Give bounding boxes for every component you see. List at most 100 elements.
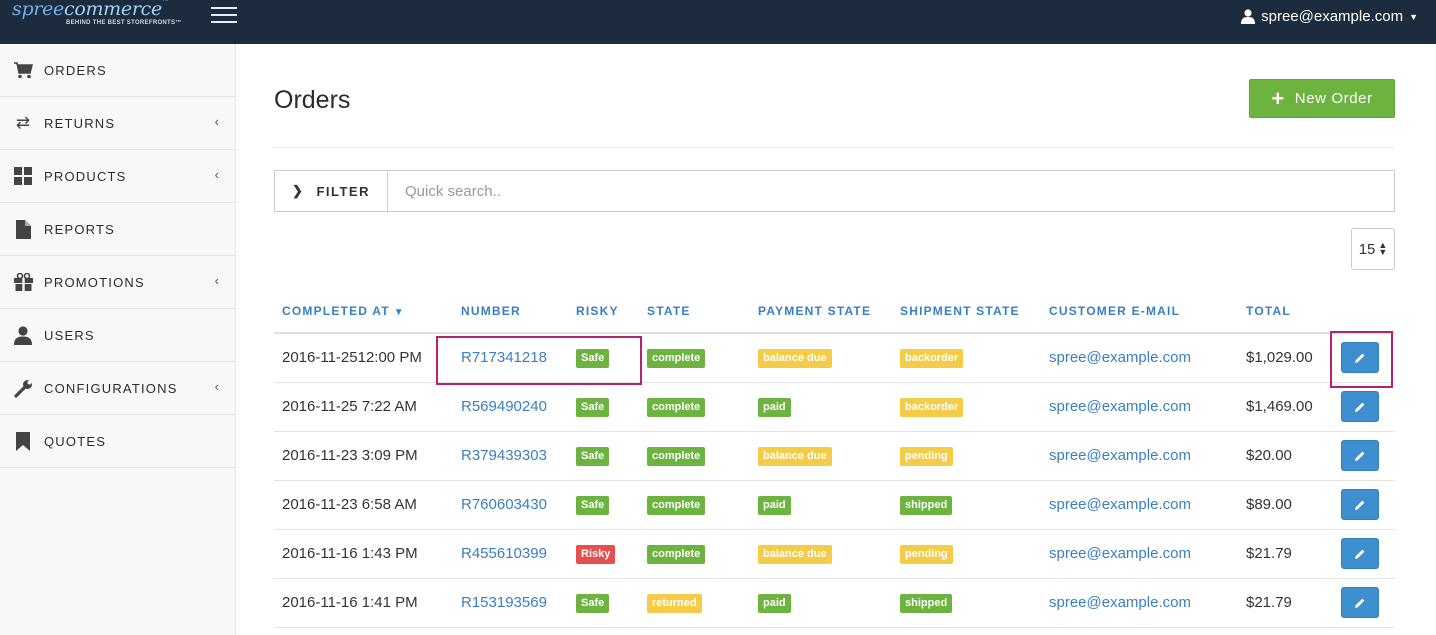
risky-badge: Safe xyxy=(576,495,610,515)
column-header-payment-state[interactable]: PAYMENT STATE xyxy=(750,290,892,334)
chevron-left-icon: ‹ xyxy=(214,273,219,288)
pencil-icon xyxy=(1355,402,1365,412)
chevron-down-icon: ▼ xyxy=(1409,11,1418,22)
risky-badge: Safe xyxy=(576,348,610,368)
payment-state-badge: paid xyxy=(758,495,791,515)
wrench-icon xyxy=(12,378,34,398)
risky-badge: Safe xyxy=(576,397,610,417)
column-header-shipment-state[interactable]: SHIPMENT STATE xyxy=(892,290,1041,334)
sidebar-item-reports[interactable]: REPORTS xyxy=(0,203,235,256)
number-cell: R153193569 xyxy=(453,578,568,628)
state-cell: complete xyxy=(639,529,750,579)
order-number-link[interactable]: R379439303 xyxy=(461,447,547,464)
column-header-customer-email[interactable]: CUSTOMER E-MAIL xyxy=(1041,290,1238,334)
payment-state-cell: paid xyxy=(750,382,892,432)
sidebar-item-products[interactable]: PRODUCTS ‹ xyxy=(0,150,235,203)
sidebar-item-users[interactable]: USERS xyxy=(0,309,235,362)
customer-email-cell[interactable]: spree@example.com xyxy=(1041,578,1238,628)
edit-order-button[interactable] xyxy=(1341,440,1379,471)
total-cell: $21.79 xyxy=(1238,529,1333,579)
payment-state-cell: balance due xyxy=(750,431,892,481)
spree-logo[interactable]: spreecommerce™ BEHIND THE BEST STOREFRON… xyxy=(12,0,192,34)
sort-arrows-icon: ▲ ▼ xyxy=(1378,240,1388,257)
divider xyxy=(274,147,1395,148)
order-number-link[interactable]: R153193569 xyxy=(461,594,547,611)
number-cell: R455610399 xyxy=(453,529,568,579)
edit-order-button[interactable] xyxy=(1341,489,1379,520)
column-header-total[interactable]: TOTAL xyxy=(1238,290,1333,334)
column-header-completed-at[interactable]: COMPLETED AT ▼ xyxy=(274,290,453,334)
state-badge: complete xyxy=(647,544,706,564)
customer-email-cell[interactable]: spree@example.com xyxy=(1041,333,1238,383)
sidebar: ORDERS ⇄ RETURNS ‹ PRODUCTS ‹ REPORTS PR… xyxy=(0,44,236,635)
bookmark-icon xyxy=(12,431,34,451)
sidebar-item-orders[interactable]: ORDERS xyxy=(0,44,235,97)
customer-email-cell[interactable]: spree@example.com xyxy=(1041,480,1238,530)
shipment-state-cell: shipped xyxy=(892,578,1041,628)
column-header-label: COMPLETED AT xyxy=(282,304,390,318)
edit-order-button[interactable] xyxy=(1341,538,1379,569)
customer-email-cell[interactable]: spree@example.com xyxy=(1041,382,1238,432)
new-order-button[interactable]: + New Order xyxy=(1249,79,1395,118)
shipment-state-cell: backorder xyxy=(892,333,1041,383)
orders-table: COMPLETED AT ▼ NUMBER RISKY STATE PAYMENT… xyxy=(274,290,1395,628)
payment-state-badge: balance due xyxy=(758,446,832,466)
column-header-number[interactable]: NUMBER xyxy=(453,290,568,334)
column-header-label: CUSTOMER E-MAIL xyxy=(1049,304,1181,318)
order-number-link[interactable]: R569490240 xyxy=(461,398,547,415)
total-cell: $89.00 xyxy=(1238,480,1333,530)
state-cell: complete xyxy=(639,480,750,530)
edit-order-button[interactable] xyxy=(1341,587,1379,618)
sidebar-item-promotions[interactable]: PROMOTIONS ‹ xyxy=(0,256,235,309)
sidebar-item-returns[interactable]: ⇄ RETURNS ‹ xyxy=(0,97,235,150)
user-menu[interactable]: spree@example.com ▼ xyxy=(1241,8,1418,25)
sidebar-item-label: QUOTES xyxy=(44,433,107,449)
filter-toggle-button[interactable]: ❯ FILTER xyxy=(275,171,388,211)
shipment-state-badge: backorder xyxy=(900,348,964,368)
filter-label: FILTER xyxy=(316,183,370,199)
edit-order-button[interactable] xyxy=(1341,342,1379,374)
sidebar-item-configurations[interactable]: CONFIGURATIONS ‹ xyxy=(0,362,235,415)
risky-cell: Risky xyxy=(568,529,639,579)
sidebar-item-label: REPORTS xyxy=(44,221,116,237)
column-header-actions xyxy=(1333,290,1395,334)
user-icon xyxy=(12,325,34,345)
per-page-value: 15 xyxy=(1358,240,1376,258)
actions-cell xyxy=(1333,382,1395,432)
payment-state-cell: paid xyxy=(750,578,892,628)
total-cell: $1,029.00 xyxy=(1238,333,1333,383)
column-header-risky[interactable]: RISKY xyxy=(568,290,639,334)
risky-cell: Safe xyxy=(568,578,639,628)
quick-search-input[interactable] xyxy=(388,171,1394,211)
logo-text-spree: spree xyxy=(12,0,64,20)
table-row: 2016-11-23 3:09 PM R379439303 Safe complete… xyxy=(274,431,1395,481)
table-row: 2016-11-25 7:22 AM R569490240 Safe complete… xyxy=(274,382,1395,432)
actions-cell xyxy=(1333,578,1395,628)
risky-badge: Safe xyxy=(576,446,610,466)
order-number-link[interactable]: R455610399 xyxy=(461,545,547,562)
total-cell: $20.00 xyxy=(1238,431,1333,481)
state-cell: returned xyxy=(639,578,750,628)
order-number-link[interactable]: R760603430 xyxy=(461,496,547,513)
shipment-state-badge: pending xyxy=(900,446,953,466)
customer-email-cell[interactable]: spree@example.com xyxy=(1041,431,1238,481)
order-number-link[interactable]: R717341218 xyxy=(461,349,547,366)
sidebar-item-label: USERS xyxy=(44,327,95,343)
actions-cell xyxy=(1333,529,1395,579)
edit-order-button[interactable] xyxy=(1341,391,1379,422)
new-order-label: New Order xyxy=(1294,90,1373,107)
shipment-state-cell: pending xyxy=(892,529,1041,579)
column-header-state[interactable]: STATE xyxy=(639,290,750,334)
logo-text-commerce: commerce xyxy=(63,0,162,20)
payment-state-badge: paid xyxy=(758,593,791,613)
sidebar-item-quotes[interactable]: QUOTES xyxy=(0,415,235,468)
state-cell: complete xyxy=(639,333,750,383)
hamburger-menu-icon[interactable] xyxy=(211,7,237,23)
payment-state-badge: paid xyxy=(758,397,791,417)
customer-email-cell[interactable]: spree@example.com xyxy=(1041,529,1238,579)
pencil-icon xyxy=(1355,451,1365,461)
number-cell: R717341218 xyxy=(453,333,568,383)
payment-state-cell: balance due xyxy=(750,529,892,579)
total-cell: $1,469.00 xyxy=(1238,382,1333,432)
per-page-select[interactable]: 15 ▲ ▼ xyxy=(1351,228,1395,270)
